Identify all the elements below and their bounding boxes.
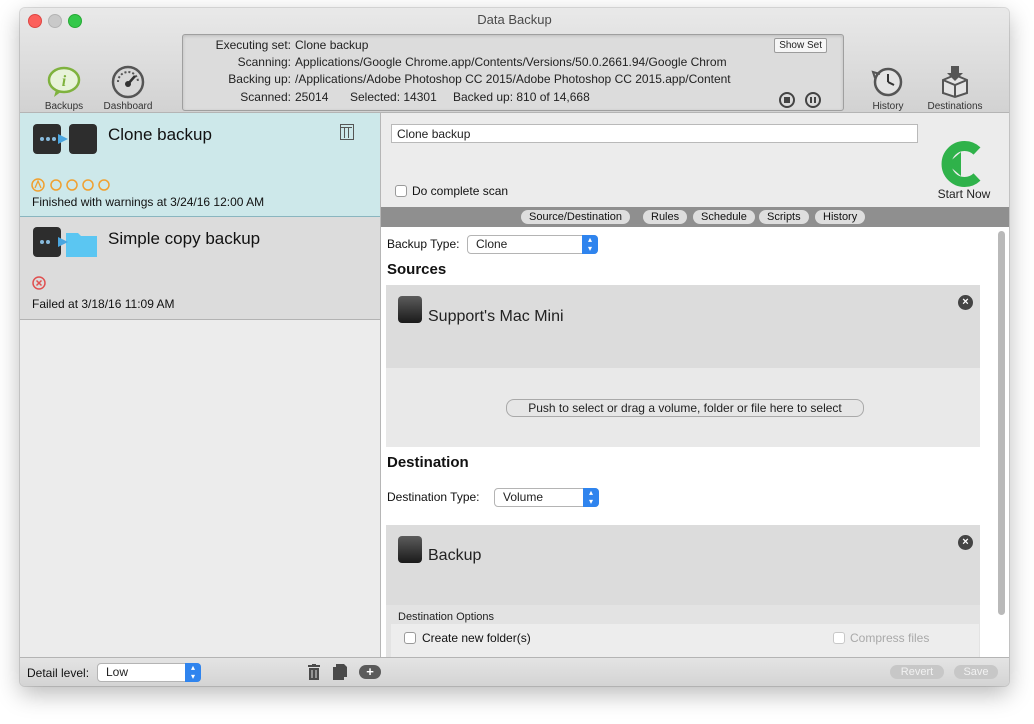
backups-icon: i [46,64,82,100]
disk-icon [398,296,422,323]
scanned-label: Scanned: [240,90,291,104]
remove-source-icon[interactable]: × [958,295,973,310]
select-source-button[interactable]: Push to select or drag a volume, folder … [506,399,864,417]
pause-button[interactable] [805,92,821,108]
tab-source-destination[interactable]: Source/Destination [521,210,630,224]
backup-type-label: Backup Type: [387,237,460,251]
source-name: Support's Mac Mini [428,308,564,325]
history-label: History [872,101,904,112]
set-name: Clone backup [108,125,212,144]
title-bar: Data Backup i Backups Dashboard Executin… [20,8,1009,113]
warning-icons [31,177,121,193]
source-row: Support's Mac Mini × [386,285,980,368]
complete-scan-label: Do complete scan [412,184,509,198]
scanned-value: 25014 [295,90,329,104]
executing-value: Clone backup [295,38,369,52]
toolbar-backups[interactable]: i Backups [40,64,88,112]
app-window: Data Backup i Backups Dashboard Executin… [20,8,1009,686]
show-set-button[interactable]: Show Set [774,38,827,53]
start-now-icon [941,141,987,187]
stop-button[interactable] [779,92,795,108]
backup-type-select[interactable]: Clone ▴ ▾ [467,235,598,254]
destination-type-label: Destination Type: [387,490,480,504]
destination-type-select[interactable]: Volume ▴ ▾ [494,488,599,507]
destination-options-label: Destination Options [398,611,494,623]
add-set-button[interactable]: + [359,665,381,679]
revert-button[interactable]: Revert [890,665,944,679]
backup-set-list: Clone backup Finished with warnings at 3… [20,113,381,657]
destinations-icon [937,64,973,100]
set-name: Simple copy backup [108,229,261,248]
toolbar-dashboard[interactable]: Dashboard [100,64,156,112]
status-counts-row: Scanned: 25014 Selected: 14301 Backed up… [183,89,743,105]
destination-heading: Destination [387,454,469,471]
tab-history[interactable]: History [815,210,866,224]
selected-count: Selected: 14301 [350,90,437,104]
backup-type-value: Clone [476,237,508,251]
copy-set-icon [32,225,98,259]
dashboard-icon [110,64,146,100]
destination-drop-zone[interactable]: Backup × [386,525,980,605]
backing-value: /Applications/Adobe Photoshop CC 2015/Ad… [295,72,731,86]
destination-type-value: Volume [503,490,544,504]
chevron-updown-icon: ▴ ▾ [583,488,599,507]
tab-bar: Source/Destination Rules Schedule Script… [381,207,1009,227]
remove-destination-icon[interactable]: × [958,535,973,550]
set-name-field[interactable]: Clone backup [391,124,918,143]
clone-set-icon [32,122,98,156]
start-now-label: Start Now [937,187,991,201]
trash-icon[interactable] [308,664,320,680]
source-destination-panel: Backup Type: Clone ▴ ▾ Sources Support's … [381,227,1009,657]
error-icon [32,276,46,290]
toolbar-destinations[interactable]: Destinations [920,64,990,112]
window-title: Data Backup [477,12,552,27]
vertical-scrollbar[interactable] [998,231,1005,615]
compress-files-label: Compress files [850,631,930,645]
backing-label: Backing up: [228,72,291,86]
status-executing-row: Executing set: Clone backup [183,37,843,53]
tab-schedule[interactable]: Schedule [693,210,755,224]
set-columns-icon[interactable] [340,124,354,140]
compress-files-checkbox[interactable] [833,632,845,644]
backed-up-count: Backed up: 810 of 14,668 [453,90,590,104]
create-folder-label: Create new folder(s) [422,631,531,645]
save-button[interactable]: Save [954,665,998,679]
status-scanning-row: Scanning: Applications/Google Chrome.app… [183,54,843,70]
chevron-updown-icon: ▴ ▾ [185,663,201,682]
sources-drop-zone[interactable]: Support's Mac Mini × Push to select or d… [386,285,980,447]
toolbar-history[interactable]: History [866,64,910,112]
tab-scripts[interactable]: Scripts [759,210,809,224]
svg-text:i: i [62,73,67,90]
executing-label: Executing set: [215,38,291,52]
set-editor: Clone backup Do complete scan Start Now … [381,113,1009,657]
set-status: Failed at 3/18/16 11:09 AM [32,297,175,311]
disk-icon [398,536,422,563]
sources-heading: Sources [387,261,447,278]
scanning-label: Scanning: [237,55,291,69]
start-now-button[interactable]: Start Now [929,141,999,205]
duplicate-icon[interactable] [333,664,347,680]
status-backing-row: Backing up: /Applications/Adobe Photosho… [183,71,843,87]
history-icon [870,64,906,100]
pause-icon [810,97,812,103]
tab-rules[interactable]: Rules [643,210,688,224]
create-folder-checkbox[interactable] [404,632,416,644]
destination-options-panel: Destination Options Create new folder(s)… [386,605,980,657]
detail-level-select[interactable]: Low ▴ ▾ [97,663,201,682]
stop-icon [784,97,790,103]
status-panel: Executing set: Clone backup Show Set Sca… [182,34,844,111]
set-status: Finished with warnings at 3/24/16 12:00 … [32,195,265,209]
backups-label: Backups [44,101,84,112]
bottom-bar: Detail level: Low ▴ ▾ + Revert Save [20,657,1009,686]
destinations-label: Destinations [927,101,983,112]
detail-level-value: Low [106,665,129,679]
chevron-updown-icon: ▴ ▾ [582,235,598,254]
detail-level-label: Detail level: [27,666,90,680]
destination-name: Backup [428,547,482,564]
backup-set-item[interactable]: Clone backup Finished with warnings at 3… [20,113,380,217]
dashboard-label: Dashboard [103,101,153,112]
backup-set-item[interactable]: Simple copy backup Failed at 3/18/16 11:… [20,217,380,320]
scanning-value: Applications/Google Chrome.app/Contents/… [295,55,727,69]
complete-scan-checkbox[interactable] [395,185,407,197]
